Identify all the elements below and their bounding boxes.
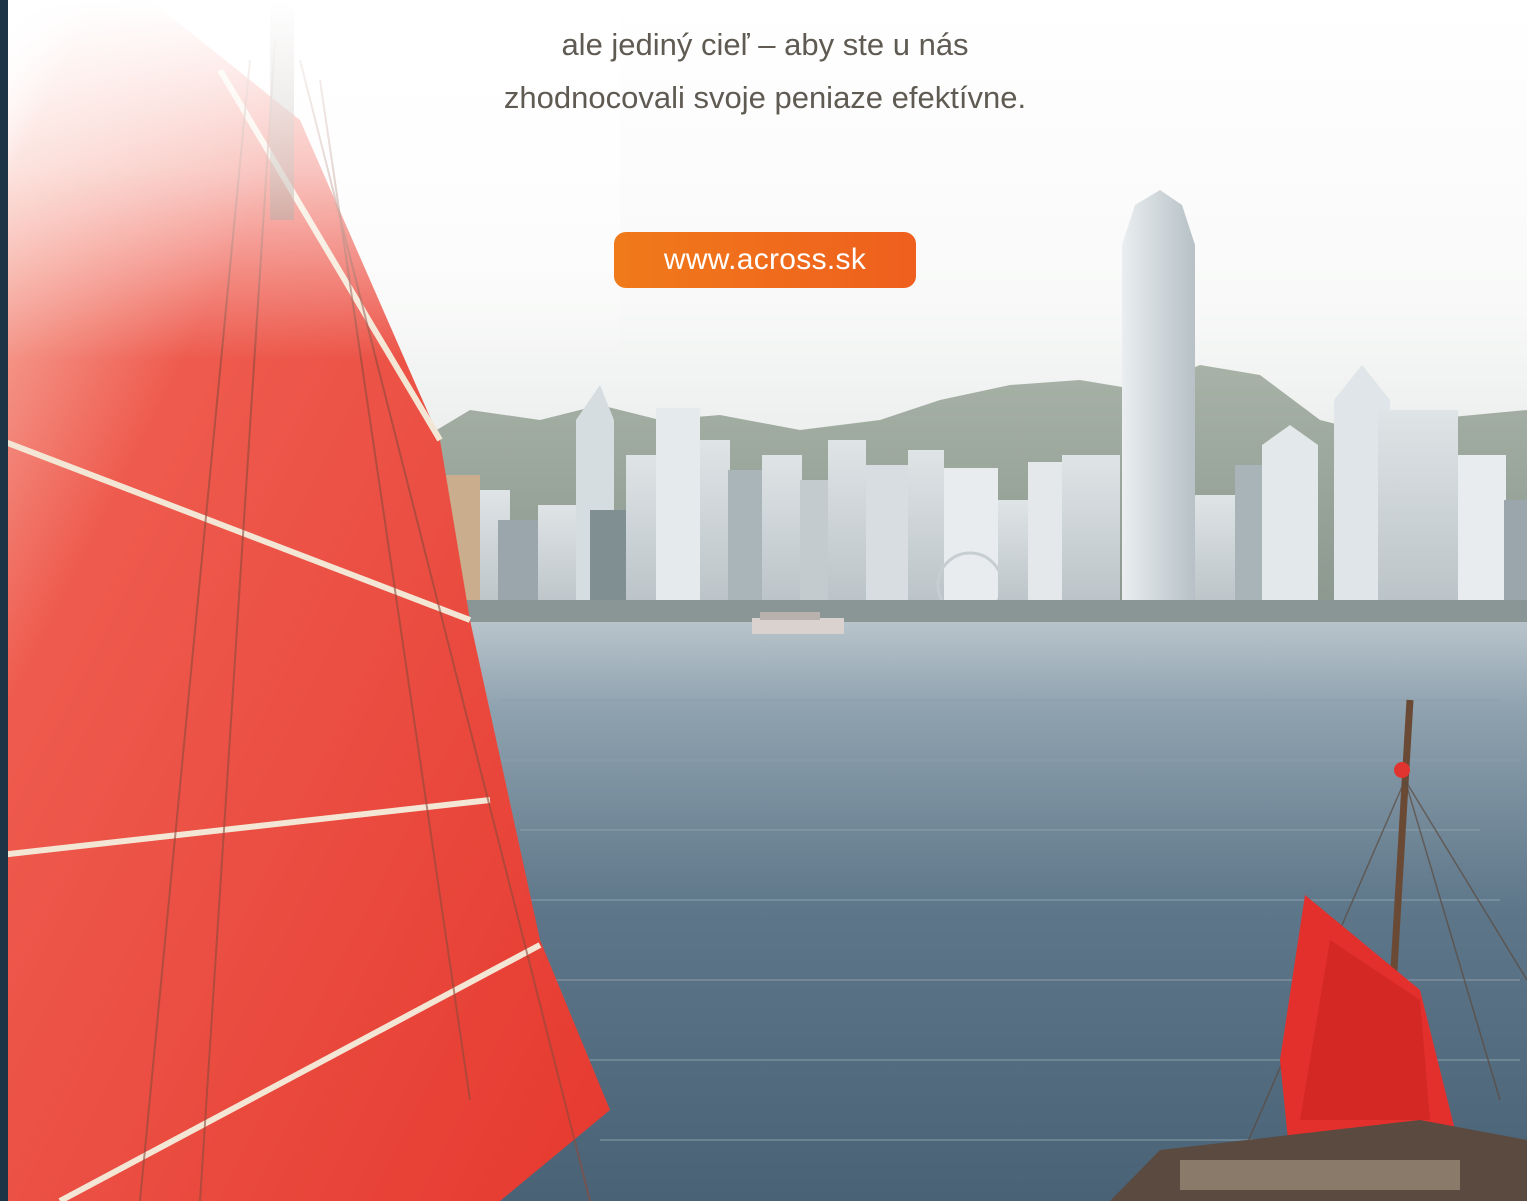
foreground-sail [0, 0, 620, 1201]
advertisement-page: ale jediný cieľ – aby ste u nás zhodnoco… [0, 0, 1527, 1201]
headline-text: ale jediný cieľ – aby ste u nás zhodnoco… [300, 18, 1230, 124]
headline-line-1: ale jediný cieľ – aby ste u nás [561, 27, 969, 62]
left-edge-strip [0, 0, 8, 1201]
website-link-button[interactable]: www.across.sk [614, 232, 916, 288]
headline-line-2: zhodnocovali svoje peniaze efektívne. [503, 80, 1027, 115]
distant-ferry [752, 618, 844, 634]
harbour-scene [0, 0, 1527, 1201]
